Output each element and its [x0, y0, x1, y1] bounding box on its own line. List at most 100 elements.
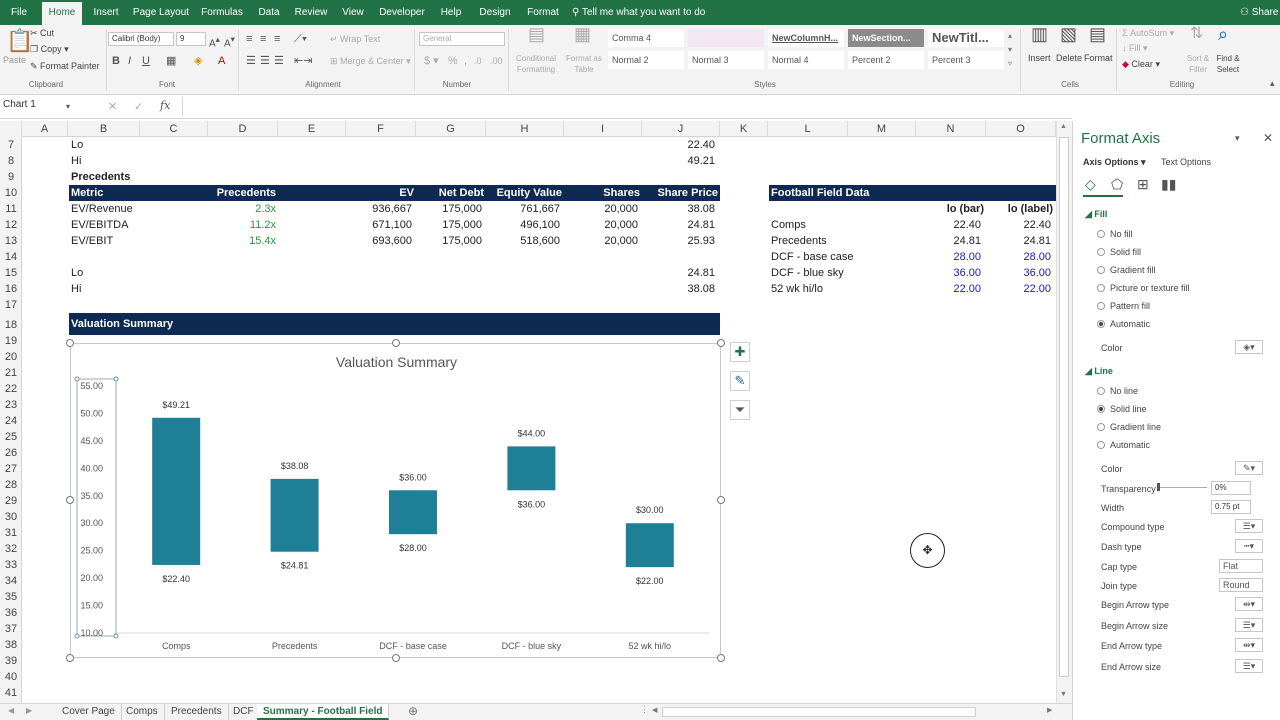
next-sheet-icon[interactable]: ▶	[26, 706, 32, 715]
table-row-multiple[interactable]: 2.3x	[208, 201, 276, 217]
header-metric[interactable]: Metric	[71, 185, 103, 201]
row-header[interactable]: 32	[0, 541, 22, 557]
style-comma-4[interactable]: Comma 4	[608, 29, 684, 47]
radio-solid-line[interactable]	[1097, 405, 1105, 413]
cell-lo-label[interactable]: Lo	[71, 137, 83, 153]
resize-handle[interactable]	[717, 496, 725, 504]
column-header[interactable]: M	[848, 121, 916, 137]
radio-gradient-line[interactable]	[1097, 423, 1105, 431]
style-normal-2[interactable]: Normal 2	[608, 51, 684, 69]
close-icon[interactable]: ✕	[1263, 131, 1273, 145]
header-net-debt[interactable]: Net Debt	[416, 185, 484, 201]
cell-hi-label[interactable]: Hi	[71, 153, 81, 169]
table-row-equity[interactable]: 496,100	[486, 217, 560, 233]
chart-bar[interactable]	[270, 478, 319, 552]
table-row-metric[interactable]: EV/Revenue	[71, 201, 133, 217]
table-row-price[interactable]: 24.81	[642, 217, 715, 233]
align-center-icon[interactable]: ☰	[260, 55, 270, 67]
ff-row-label[interactable]: Precedents	[771, 233, 827, 249]
ff-row-bar[interactable]: 22.40	[916, 217, 981, 233]
decrease-decimal-icon[interactable]: .00	[490, 55, 503, 67]
ff-row-label[interactable]: Comps	[771, 217, 806, 233]
style-newcolumnh[interactable]: NewColumnH...	[768, 29, 844, 47]
row-header[interactable]: 35	[0, 589, 22, 605]
cell-lo-value[interactable]: 22.40	[642, 137, 715, 153]
ff-row-bar[interactable]: 24.81	[916, 233, 981, 249]
table-row-shares[interactable]: 20,000	[564, 201, 638, 217]
row-header[interactable]: 25	[0, 429, 22, 445]
chart-styles-button[interactable]: ✎	[730, 371, 750, 391]
row-header[interactable]: 30	[0, 509, 22, 525]
tab-help[interactable]: Help	[436, 0, 466, 25]
name-box-dropdown-icon[interactable]: ▾	[66, 101, 70, 113]
sheet-tab-precedents[interactable]: Precedents	[165, 704, 229, 720]
column-header[interactable]: K	[720, 121, 768, 137]
cut-button[interactable]: ✂ Cut	[30, 28, 54, 39]
format-cells-icon[interactable]: ▤	[1089, 25, 1106, 43]
tell-me-box[interactable]: ⚲ Tell me what you want to do	[572, 0, 732, 25]
column-header[interactable]: N	[916, 121, 986, 137]
magnifier-icon[interactable]: ⌕	[1218, 25, 1228, 43]
insert-cells-button[interactable]: Insert	[1028, 53, 1051, 63]
resize-handle[interactable]	[66, 654, 74, 662]
radio-automatic-line[interactable]	[1097, 441, 1105, 449]
style-newtitle[interactable]: NewTitl...	[928, 29, 1004, 47]
font-color-icon[interactable]: A	[218, 55, 225, 67]
row-header[interactable]: 26	[0, 445, 22, 461]
row-header[interactable]: 8	[0, 153, 22, 169]
style-normal-4[interactable]: Normal 4	[768, 51, 844, 69]
column-header[interactable]: H	[486, 121, 564, 137]
row-header[interactable]: 38	[0, 637, 22, 653]
table-row-metric[interactable]: EV/EBIT	[71, 233, 113, 249]
shrink-font-icon[interactable]: A▾	[224, 33, 235, 50]
ff-header-lo-label[interactable]: lo (label)	[986, 201, 1053, 217]
tab-design[interactable]: Design	[476, 0, 514, 25]
ff-row-label-value[interactable]: 28.00	[986, 249, 1051, 265]
sheet-tab-dcf[interactable]: DCF	[227, 704, 261, 720]
size-properties-icon[interactable]: ⊞	[1137, 176, 1149, 193]
delete-cells-button[interactable]: Delete	[1056, 53, 1082, 63]
width-input[interactable]: 0.75 pt	[1211, 500, 1251, 514]
tab-view[interactable]: View	[338, 0, 368, 25]
collapse-ribbon-icon[interactable]: ▴	[1270, 77, 1275, 89]
table-row-net-debt[interactable]: 175,000	[416, 217, 482, 233]
tab-review[interactable]: Review	[292, 0, 330, 25]
chart-elements-button[interactable]: ✚	[730, 342, 750, 362]
font-size-select[interactable]: 9	[176, 32, 206, 46]
horizontal-scroll-thumb[interactable]	[662, 707, 976, 717]
tab-axis-options[interactable]: Axis Options ▾	[1083, 157, 1146, 168]
column-header[interactable]: A	[22, 121, 68, 137]
column-header[interactable]: E	[278, 121, 346, 137]
row-header[interactable]: 11	[0, 201, 22, 217]
resize-handle[interactable]	[66, 496, 74, 504]
ff-row-label-value[interactable]: 36.00	[986, 265, 1051, 281]
tab-home[interactable]: Home	[42, 2, 82, 25]
borders-icon[interactable]: ▦	[166, 55, 176, 67]
begin-arrow-size-dropdown[interactable]: ☰▾	[1235, 618, 1263, 632]
chart-bar[interactable]	[152, 417, 201, 565]
scroll-right-icon[interactable]: ▶	[1047, 706, 1052, 714]
font-name-select[interactable]: Calibri (Body)	[108, 32, 174, 46]
radio-no-line[interactable]	[1097, 387, 1105, 395]
clear-button[interactable]: ◆ Clear ▾	[1122, 59, 1160, 70]
tab-file[interactable]: File	[4, 0, 34, 25]
ff-row-label-value[interactable]: 22.40	[986, 217, 1051, 233]
sheet-tab-comps[interactable]: Comps	[120, 704, 165, 720]
grow-font-icon[interactable]: A▴	[209, 33, 220, 50]
table-row-equity[interactable]: 761,667	[486, 201, 560, 217]
comma-icon[interactable]: ,	[464, 55, 467, 67]
format-painter-button[interactable]: ✎ Format Painter	[30, 61, 100, 72]
join-type-dropdown[interactable]: Round	[1219, 578, 1263, 592]
scroll-down-icon[interactable]: ▼	[1060, 691, 1067, 698]
column-header[interactable]: I	[564, 121, 642, 137]
orientation-icon[interactable]: ⟋▾	[294, 33, 307, 45]
fill-line-icon[interactable]: ◇	[1085, 176, 1096, 193]
table-row-multiple[interactable]: 11.2x	[208, 217, 276, 233]
header-precedents[interactable]: Precedents	[208, 185, 276, 201]
cell-lo2-label[interactable]: Lo	[71, 265, 83, 281]
table-row-ev[interactable]: 936,667	[346, 201, 412, 217]
end-arrow-size-dropdown[interactable]: ☰▾	[1235, 659, 1263, 673]
tab-format[interactable]: Format	[522, 0, 564, 25]
underline-icon[interactable]: U	[142, 55, 150, 67]
sheet-tab-cover-page[interactable]: Cover Page	[56, 704, 122, 720]
